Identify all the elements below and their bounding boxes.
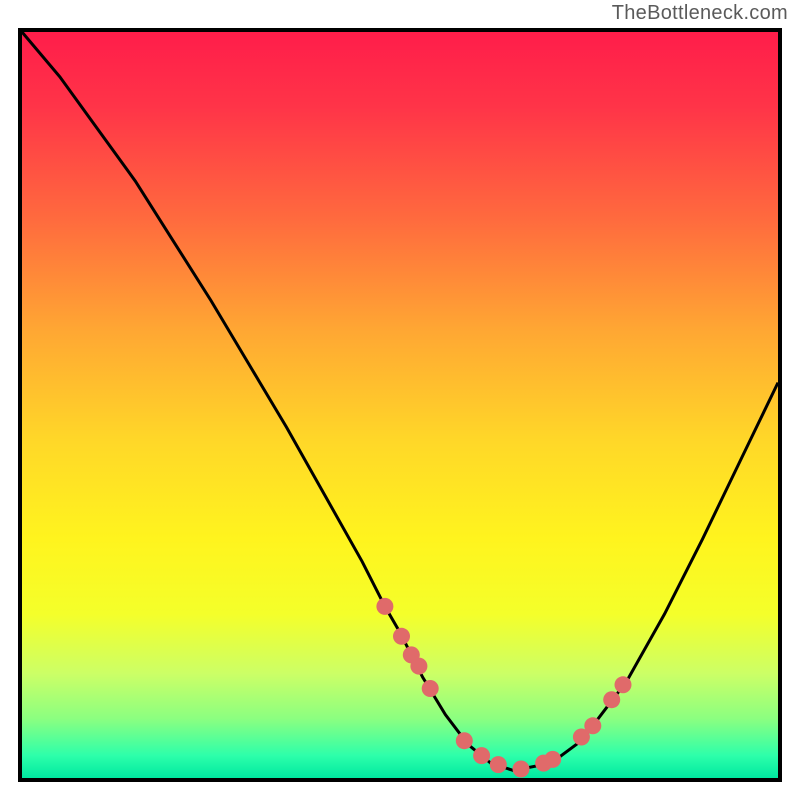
marker-dot bbox=[584, 717, 601, 734]
marker-dot bbox=[410, 658, 427, 675]
plot-frame bbox=[18, 28, 782, 782]
marker-dot bbox=[490, 756, 507, 773]
marker-dot bbox=[513, 761, 530, 778]
marker-dot bbox=[603, 691, 620, 708]
marker-dot bbox=[393, 628, 410, 645]
attribution-label: TheBottleneck.com bbox=[612, 2, 788, 25]
marker-dot bbox=[473, 747, 490, 764]
gradient-background bbox=[22, 32, 778, 778]
plot-svg bbox=[22, 32, 778, 778]
marker-dot bbox=[544, 751, 561, 768]
marker-dot bbox=[376, 598, 393, 615]
chart-container: TheBottleneck.com bbox=[0, 0, 800, 800]
marker-dot bbox=[422, 680, 439, 697]
marker-dot bbox=[456, 732, 473, 749]
marker-dot bbox=[615, 676, 632, 693]
